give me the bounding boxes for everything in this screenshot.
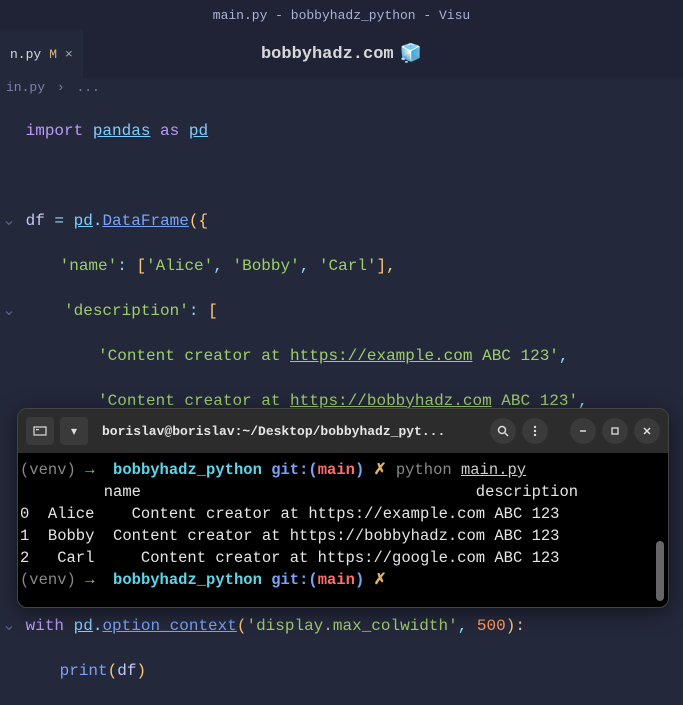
dropdown-button[interactable]: ▾ [60,417,88,445]
chevron-right-icon: › [57,80,65,95]
window-title: main.py - bobbyhadz_python - Visu [213,8,470,23]
close-icon[interactable]: × [65,47,73,62]
table-row: 0 Alice Content creator at https://examp… [20,505,560,523]
cube-icon: 🧊 [400,43,422,65]
menu-icon[interactable] [522,418,548,444]
watermark-text: bobbyhadz.com [261,45,394,64]
tab-filename: n.py [10,47,41,62]
breadcrumb-scope: ... [76,80,99,95]
code-editor[interactable]: import pandas as pd ⌄ df = pd.DataFrame(… [0,97,683,705]
table-row: name description [20,483,578,501]
terminal-body[interactable]: (venv) → bobbyhadz_python git:(main) ✗ p… [18,453,668,607]
fold-icon[interactable]: ⌄ [2,210,16,233]
tab-modified-indicator: M [49,47,57,62]
terminal-titlebar: ▾ borislav@borislav:~/Desktop/bobbyhadz_… [18,409,668,453]
tab-row: n.py M × bobbyhadz.com 🧊 [0,30,683,78]
fold-icon[interactable]: ⌄ [2,300,16,323]
window-title-bar: main.py - bobbyhadz_python - Visu [0,0,683,30]
scrollbar-thumb[interactable] [656,541,664,601]
search-icon[interactable] [490,418,516,444]
maximize-button[interactable] [602,418,628,444]
terminal-title: borislav@borislav:~/Desktop/bobbyhadz_py… [94,424,484,439]
watermark-label: bobbyhadz.com 🧊 [261,43,422,65]
close-button[interactable] [634,418,660,444]
editor-tab-main-py[interactable]: n.py M × [0,30,83,78]
breadcrumb-file: in.py [6,80,45,95]
new-tab-button[interactable] [26,417,54,445]
terminal-scrollbar[interactable] [656,459,664,601]
table-row: 1 Bobby Content creator at https://bobby… [20,527,560,545]
minimize-button[interactable] [570,418,596,444]
table-row: 2 Carl Content creator at https://google… [20,549,560,567]
terminal-window: ▾ borislav@borislav:~/Desktop/bobbyhadz_… [17,408,669,608]
breadcrumb[interactable]: in.py › ... [0,78,683,97]
